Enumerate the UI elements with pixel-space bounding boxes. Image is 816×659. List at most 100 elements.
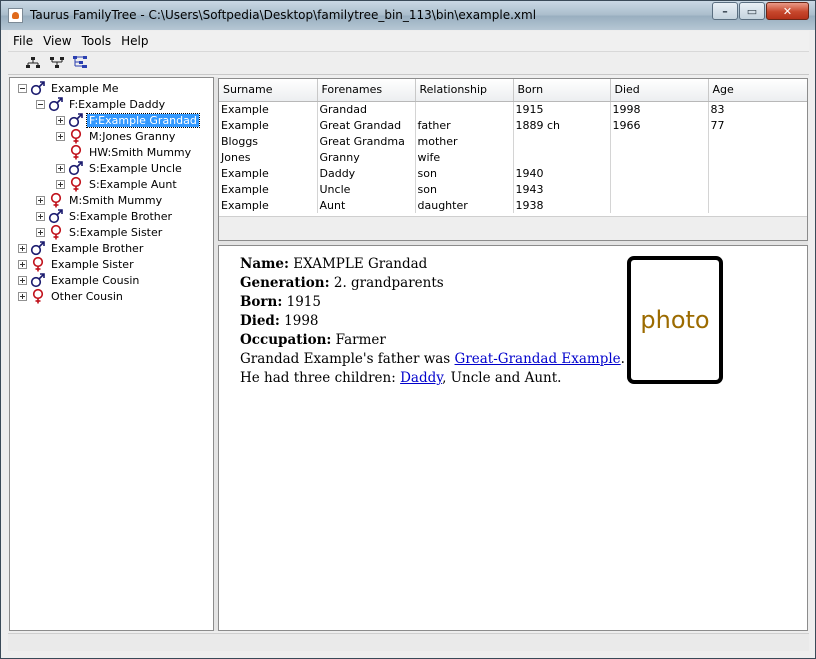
app-window: Taurus FamilyTree - C:\Users\Softpedia\D… — [0, 0, 816, 659]
tree-node[interactable]: Example Brother — [18, 240, 145, 256]
tree-node-label: Example Brother — [51, 241, 144, 255]
tree-node[interactable]: M:Jones Granny — [56, 128, 177, 144]
child-daddy-link[interactable]: Daddy — [400, 370, 442, 386]
male-icon — [30, 241, 45, 256]
expand-icon[interactable] — [18, 291, 27, 301]
tree-node[interactable]: S:Example Sister — [36, 224, 164, 240]
menu-view[interactable]: View — [38, 34, 76, 48]
male-icon — [48, 97, 63, 112]
table-cell: 1915 — [513, 101, 611, 117]
hourglass-tree-button[interactable] — [70, 53, 92, 73]
col-born[interactable]: Born — [513, 79, 611, 102]
tree-node-label: Example Sister — [51, 257, 134, 271]
collapse-icon[interactable] — [18, 83, 27, 93]
male-icon — [30, 81, 45, 96]
table-cell — [610, 133, 709, 149]
table-cell: Uncle — [317, 181, 416, 197]
table-cell — [610, 181, 709, 197]
tree-node[interactable]: F:Example Grandad — [56, 112, 200, 128]
tree-node[interactable]: Example Sister — [18, 256, 136, 272]
tree-node[interactable]: S:Example Brother — [36, 208, 174, 224]
detail-born: Born: 1915 — [240, 294, 321, 310]
tree-node[interactable]: S:Example Aunt — [56, 176, 179, 192]
tree-node-label: M:Smith Mummy — [69, 193, 163, 207]
expand-icon[interactable] — [56, 163, 65, 173]
tree-node[interactable]: HW:Smith Mummy — [56, 144, 193, 160]
expand-icon[interactable] — [56, 131, 65, 141]
col-age[interactable]: Age — [708, 79, 807, 102]
table-cell — [708, 133, 807, 149]
title-bar[interactable]: Taurus FamilyTree - C:\Users\Softpedia\D… — [1, 1, 815, 30]
table-row[interactable]: Example Aunt daughter 1938 — [219, 197, 807, 213]
menu-help[interactable]: Help — [116, 34, 153, 48]
expand-icon[interactable] — [36, 195, 45, 205]
table-row[interactable]: Example Great Grandad father 1889 ch 1966 77 — [219, 117, 807, 133]
tree-node[interactable]: Other Cousin — [18, 288, 125, 304]
expand-icon[interactable] — [18, 259, 27, 269]
table-cell — [415, 101, 514, 117]
menu-tools[interactable]: Tools — [77, 34, 117, 48]
col-forenames[interactable]: Forenames — [317, 79, 416, 102]
table-cell — [708, 165, 807, 181]
tree-node-label: F:Example Daddy — [69, 97, 166, 111]
table-row[interactable]: Bloggs Great Grandma mother — [219, 133, 807, 149]
tree-node[interactable]: F:Example Daddy — [36, 96, 167, 112]
table-cell: wife — [415, 149, 514, 165]
male-icon — [30, 273, 45, 288]
expand-icon[interactable] — [36, 211, 45, 221]
expand-icon[interactable] — [56, 115, 65, 125]
tree-node[interactable]: Example Cousin — [18, 272, 141, 288]
minimize-button[interactable]: – — [712, 2, 738, 20]
female-icon — [32, 288, 44, 304]
female-icon — [50, 224, 62, 240]
female-icon — [50, 192, 62, 208]
col-relationship[interactable]: Relationship — [415, 79, 514, 102]
menu-file[interactable]: File — [8, 34, 38, 48]
table-header-row: Surname Forenames Relationship Born Died… — [219, 79, 807, 102]
father-link[interactable]: Great-Grandad Example — [455, 351, 621, 367]
tree-node[interactable]: M:Smith Mummy — [36, 192, 164, 208]
maximize-button[interactable]: ▭ — [739, 2, 765, 20]
table-row[interactable]: Jones Granny wife — [219, 149, 807, 165]
family-tree-panel[interactable]: Example Me F:Example Daddy F:Example Grand… — [9, 77, 214, 631]
close-button[interactable]: ✕ — [766, 2, 809, 20]
table-cell: Example — [219, 181, 318, 197]
detail-generation: Generation: 2. grandparents — [240, 275, 444, 291]
person-photo[interactable]: photo — [627, 256, 723, 384]
expand-icon[interactable] — [18, 243, 27, 253]
tree-node-label: F:Example Grandad — [86, 112, 200, 128]
tree-node-label: S:Example Aunt — [89, 177, 177, 191]
table-cell: Aunt — [317, 197, 416, 213]
table-row[interactable]: Example Daddy son 1940 — [219, 165, 807, 181]
table-empty-area — [219, 216, 807, 240]
ancestors-tree-icon — [50, 57, 64, 68]
table-cell: Example — [219, 197, 318, 213]
table-cell: Great Grandma — [317, 133, 416, 149]
table-cell — [708, 149, 807, 165]
expand-icon[interactable] — [36, 227, 45, 237]
table-row[interactable]: Example Grandad 1915 1998 83 — [219, 101, 807, 117]
ancestors-tree-button[interactable] — [46, 53, 68, 73]
col-died[interactable]: Died — [610, 79, 709, 102]
tree-node-label: HW:Smith Mummy — [89, 145, 192, 159]
descendants-tree-button[interactable] — [22, 53, 44, 73]
tree-node[interactable]: Example Me — [18, 80, 120, 96]
collapse-icon[interactable] — [36, 99, 45, 109]
male-icon — [68, 113, 83, 128]
descendants-tree-icon — [26, 57, 40, 68]
tree-node[interactable]: S:Example Uncle — [56, 160, 184, 176]
expand-icon[interactable] — [56, 179, 65, 189]
table-cell: Great Grandad — [317, 117, 416, 133]
table-cell: 1889 ch — [513, 117, 611, 133]
window-title: Taurus FamilyTree - C:\Users\Softpedia\D… — [30, 8, 537, 22]
table-cell — [610, 165, 709, 181]
male-icon — [68, 161, 83, 176]
table-cell — [610, 149, 709, 165]
expand-icon[interactable] — [18, 275, 27, 285]
table-cell — [610, 197, 709, 213]
detail-father-sentence: Grandad Example's father was Great-Grand… — [240, 351, 625, 367]
table-row[interactable]: Example Uncle son 1943 — [219, 181, 807, 197]
col-surname[interactable]: Surname — [219, 79, 318, 102]
table-cell: 1938 — [513, 197, 611, 213]
